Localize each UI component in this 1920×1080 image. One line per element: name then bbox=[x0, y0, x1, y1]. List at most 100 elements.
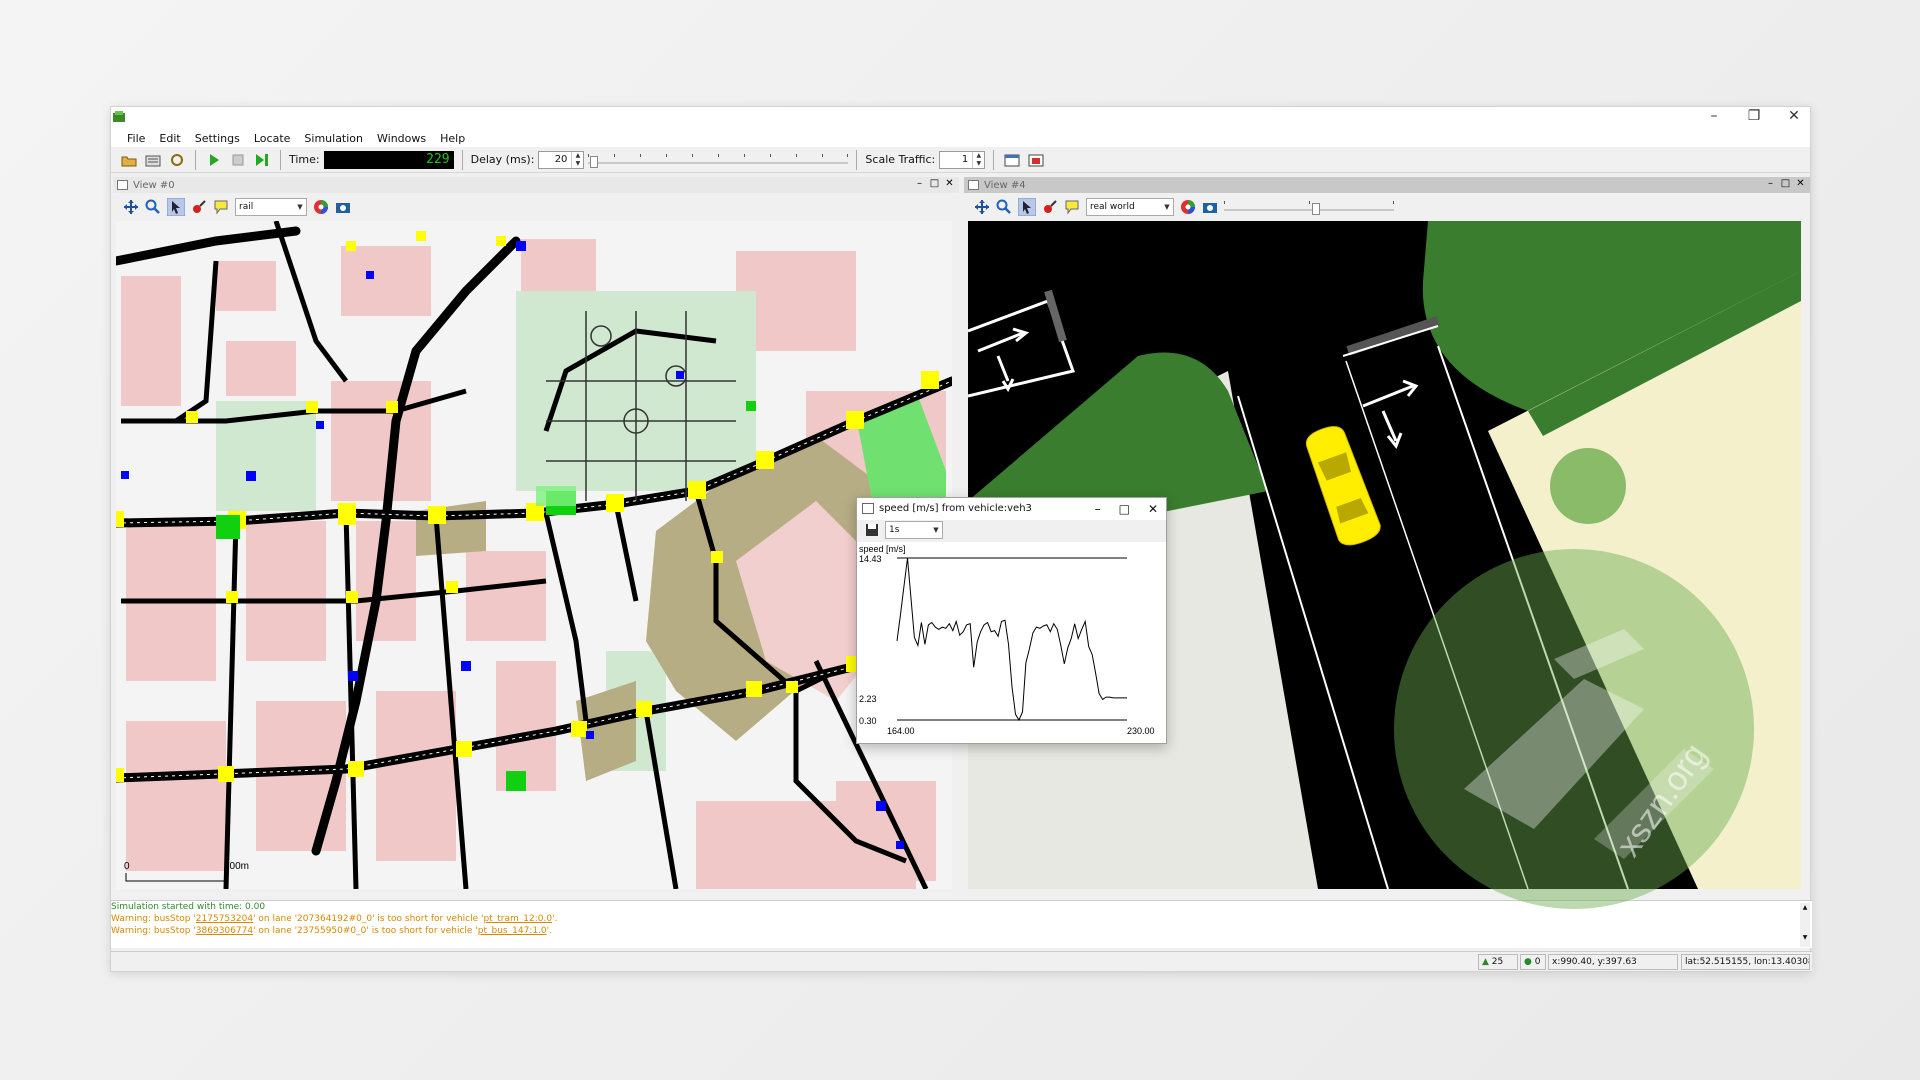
network-map: 0 100m bbox=[116, 221, 952, 889]
chart-window-icon bbox=[862, 503, 874, 514]
message-line: Simulation started with time: 0.00 bbox=[111, 902, 266, 912]
slider-tick bbox=[744, 153, 746, 157]
scale-traffic-input[interactable]: 1 ▲ ▼ bbox=[939, 150, 986, 169]
view-icon bbox=[117, 180, 128, 190]
open-icon[interactable] bbox=[119, 150, 139, 170]
geo-position: lat:52.515155, lon:13.403080 bbox=[1681, 954, 1810, 970]
interval-select[interactable]: 1s ▼ bbox=[885, 521, 943, 539]
menu-file[interactable]: File bbox=[127, 132, 145, 145]
select-icon[interactable] bbox=[167, 198, 185, 216]
minimize-button[interactable]: – bbox=[1704, 108, 1724, 124]
main-toolbar: Time: 229 Delay (ms): 20 ▲ ▼ Scale Traffic… bbox=[111, 147, 1810, 173]
speed-chart-window: speed [m/s] from vehicle:veh3 – □ ✕ 1s ▼ sp… bbox=[856, 497, 1167, 744]
slider-tick bbox=[614, 153, 616, 157]
busstop-link[interactable]: 3869306774 bbox=[196, 926, 253, 936]
menu-settings[interactable]: Settings bbox=[195, 132, 240, 145]
delay-value: 20 bbox=[554, 153, 568, 165]
toolbar-separator bbox=[280, 149, 281, 170]
scale-traffic-value: 1 bbox=[961, 153, 969, 165]
color-wheel-icon[interactable] bbox=[313, 199, 329, 215]
view-maximize-button[interactable]: □ bbox=[928, 178, 941, 191]
menu-locate[interactable]: Locate bbox=[254, 132, 291, 145]
speed-chart: speed [m/s] 14.43 2.23 0.30 164.00 230.00 bbox=[857, 542, 1166, 743]
view-icon bbox=[968, 180, 979, 190]
chart-minimize-button[interactable]: – bbox=[1095, 498, 1101, 520]
delay-input[interactable]: 20 ▲ ▼ bbox=[538, 150, 585, 169]
scale-spinner[interactable]: ▲ ▼ bbox=[972, 151, 984, 168]
scheme-select[interactable]: real world ▼ bbox=[1086, 198, 1174, 216]
view-minimize-button[interactable]: – bbox=[1764, 178, 1777, 191]
toolbar-separator bbox=[195, 149, 196, 170]
menu-windows[interactable]: Windows bbox=[377, 132, 426, 145]
close-button[interactable]: ✕ bbox=[1784, 108, 1804, 124]
edit-visualization-icon[interactable] bbox=[1042, 199, 1058, 215]
new-view-icon[interactable] bbox=[1002, 150, 1022, 170]
busstop-link[interactable]: 2175753204 bbox=[196, 914, 253, 924]
vehicle-link[interactable]: pt_tram_12:0.0 bbox=[484, 914, 553, 924]
time-display: 229 bbox=[323, 150, 454, 169]
zoom-icon[interactable] bbox=[145, 199, 161, 215]
restore-button[interactable]: ❐ bbox=[1744, 108, 1764, 124]
reload-icon[interactable] bbox=[167, 150, 187, 170]
color-wheel-icon[interactable] bbox=[1180, 199, 1196, 215]
screenshot-icon[interactable] bbox=[335, 199, 351, 215]
person-icon: ● bbox=[1524, 957, 1532, 967]
new-3d-view-icon[interactable] bbox=[1026, 150, 1046, 170]
slider-thumb[interactable] bbox=[1312, 203, 1320, 215]
warning-middle: ' on lane '207364192#0_0' is too short f… bbox=[253, 914, 484, 924]
screenshot-icon[interactable] bbox=[1202, 199, 1218, 215]
menu-simulation[interactable]: Simulation bbox=[304, 132, 363, 145]
menu-help[interactable]: Help bbox=[440, 132, 465, 145]
app-icon bbox=[113, 111, 125, 122]
edit-visualization-icon[interactable] bbox=[191, 199, 207, 215]
tooltip-icon[interactable] bbox=[213, 199, 229, 215]
select-icon[interactable] bbox=[1018, 198, 1036, 216]
chart-close-button[interactable]: ✕ bbox=[1148, 498, 1158, 520]
slider-tick bbox=[1309, 201, 1310, 204]
toolbar-separator bbox=[856, 149, 858, 170]
stop-icon[interactable] bbox=[228, 150, 248, 170]
vehicle-link[interactable]: pt_bus_147:1.0 bbox=[478, 926, 547, 936]
delay-spinner[interactable]: ▲ ▼ bbox=[571, 151, 583, 168]
view-maximize-button[interactable]: □ bbox=[1779, 178, 1792, 191]
step-icon[interactable] bbox=[252, 150, 272, 170]
save-icon[interactable] bbox=[865, 523, 879, 537]
slider-thumb[interactable] bbox=[590, 155, 599, 168]
person-count: ● 0 bbox=[1520, 954, 1546, 970]
view-0-toolbar: rail ▼ bbox=[113, 193, 959, 221]
delay-slider[interactable] bbox=[588, 150, 849, 170]
view-close-button[interactable]: ✕ bbox=[943, 178, 956, 191]
message-window: Simulation started with time: 0.00 Warni… bbox=[111, 900, 1812, 948]
warning-middle: ' on lane '23755950#0_0' is too short fo… bbox=[253, 926, 478, 936]
warning-prefix: Warning: busStop ' bbox=[111, 926, 196, 936]
slider-tick bbox=[796, 153, 798, 157]
car-icon: ▲ bbox=[1482, 957, 1489, 967]
recenter-icon[interactable] bbox=[974, 199, 990, 215]
scheme-select[interactable]: rail ▼ bbox=[235, 198, 307, 216]
toolbar-separator bbox=[461, 149, 463, 170]
cursor-position: x:990.40, y:397.63 bbox=[1548, 954, 1678, 970]
play-icon[interactable] bbox=[204, 150, 224, 170]
message-scrollbar[interactable]: ▲ ▼ bbox=[1800, 903, 1810, 947]
slider-tick bbox=[640, 153, 642, 157]
network-canvas[interactable]: 0 100m bbox=[116, 221, 952, 889]
chart-maximize-button[interactable]: □ bbox=[1119, 498, 1130, 520]
chart-window-title: speed [m/s] from vehicle:veh3 bbox=[879, 503, 1032, 514]
view-close-button[interactable]: ✕ bbox=[1794, 178, 1807, 191]
tooltip-icon[interactable] bbox=[1064, 199, 1080, 215]
slider-track bbox=[1224, 209, 1394, 211]
recenter-icon[interactable] bbox=[123, 199, 139, 215]
view-0-titlebar: View #0 – □ ✕ bbox=[113, 177, 959, 193]
slider-tick bbox=[847, 153, 849, 157]
delay-label: Delay (ms): bbox=[470, 153, 535, 166]
zoom-icon[interactable] bbox=[996, 199, 1012, 215]
view-minimize-button[interactable]: – bbox=[913, 178, 926, 191]
y-tick-label: 0.30 bbox=[859, 716, 877, 726]
rotation-slider[interactable] bbox=[1224, 197, 1394, 217]
slider-tick bbox=[1224, 201, 1225, 204]
menu-edit[interactable]: Edit bbox=[159, 132, 180, 145]
chevron-down-icon: ▼ bbox=[1164, 203, 1170, 211]
open-network-icon[interactable] bbox=[143, 150, 163, 170]
status-bar: ▲ 25 ● 0 x:990.40, y:397.63 lat:52.51515… bbox=[111, 951, 1812, 971]
x-tick-label: 230.00 bbox=[1127, 726, 1155, 736]
